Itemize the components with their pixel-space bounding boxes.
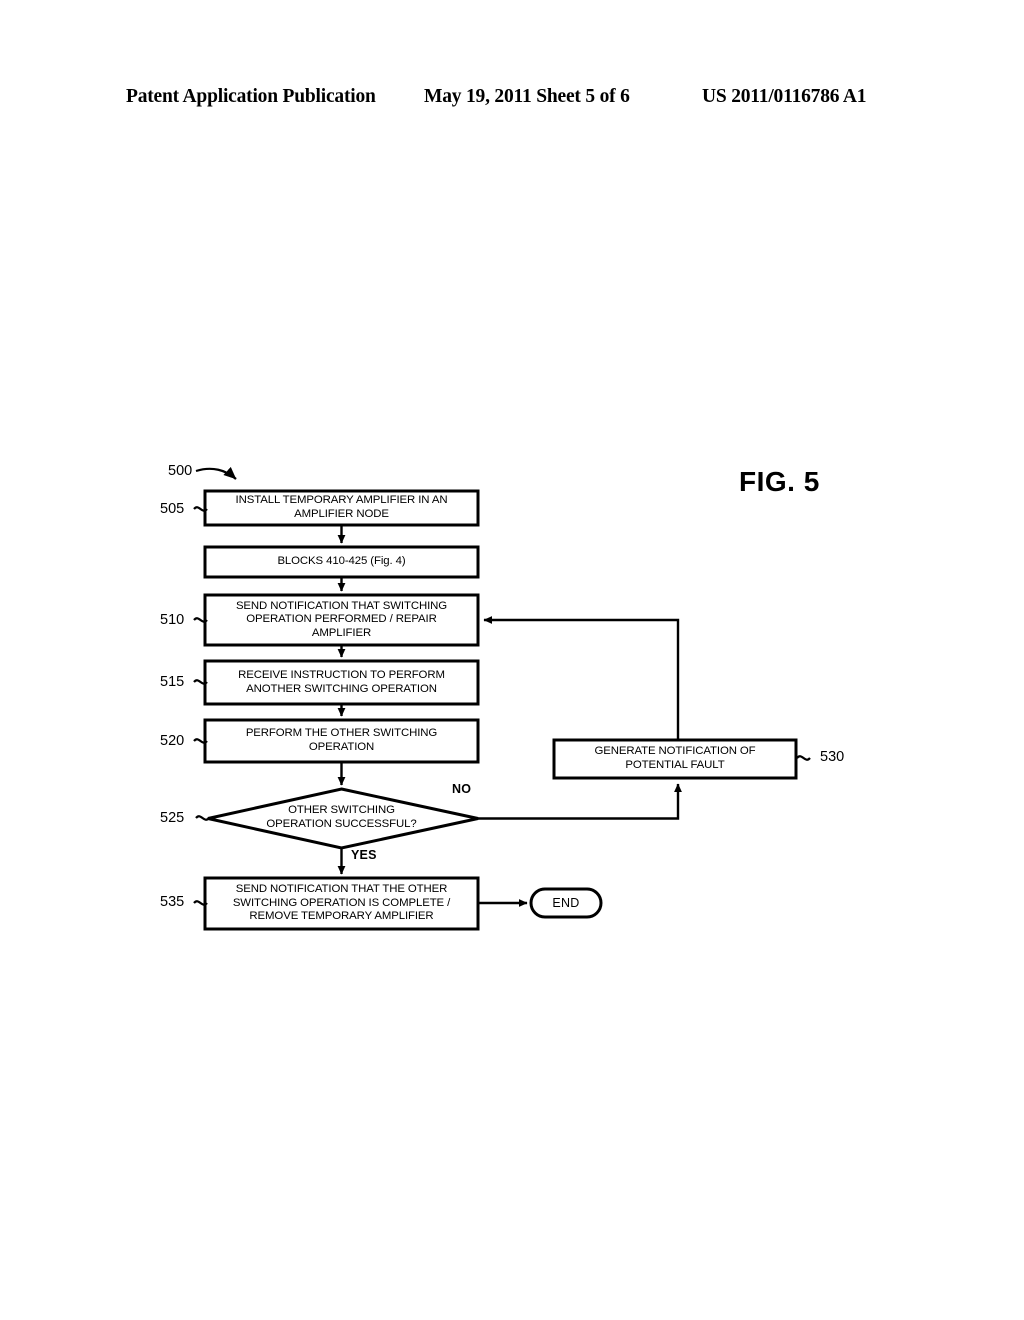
flowchart-diagram [193,466,811,931]
node-535-shape [203,876,480,931]
connector-525-no-to-530 [478,783,682,820]
edge-label-yes: YES [351,848,377,862]
diagram-ref-500-arrow [195,466,237,480]
node-end-label: END [552,896,580,910]
node-530-ref: 530 [820,749,845,765]
node-525-ref: 525 [160,810,185,826]
node-530-shape [552,738,798,780]
node-525-shape [207,787,479,850]
node-520-ref: 520 [160,733,185,749]
node-535-ref: 535 [160,894,185,910]
node-515-ref: 515 [160,674,185,690]
leader-530 [796,755,811,761]
node-515-shape [203,659,480,706]
node-520-shape [203,718,480,764]
connector-530-to-510-feedback [483,616,680,740]
leader-525 [195,815,210,821]
node-505-ref: 505 [160,501,185,517]
node-blocks410425-shape [203,545,480,579]
node-510-shape [203,593,480,647]
diagram-ref-500: 500 [168,463,193,479]
node-510-ref: 510 [160,612,185,628]
edge-label-no: NO [452,782,472,796]
node-505-shape [203,489,480,527]
